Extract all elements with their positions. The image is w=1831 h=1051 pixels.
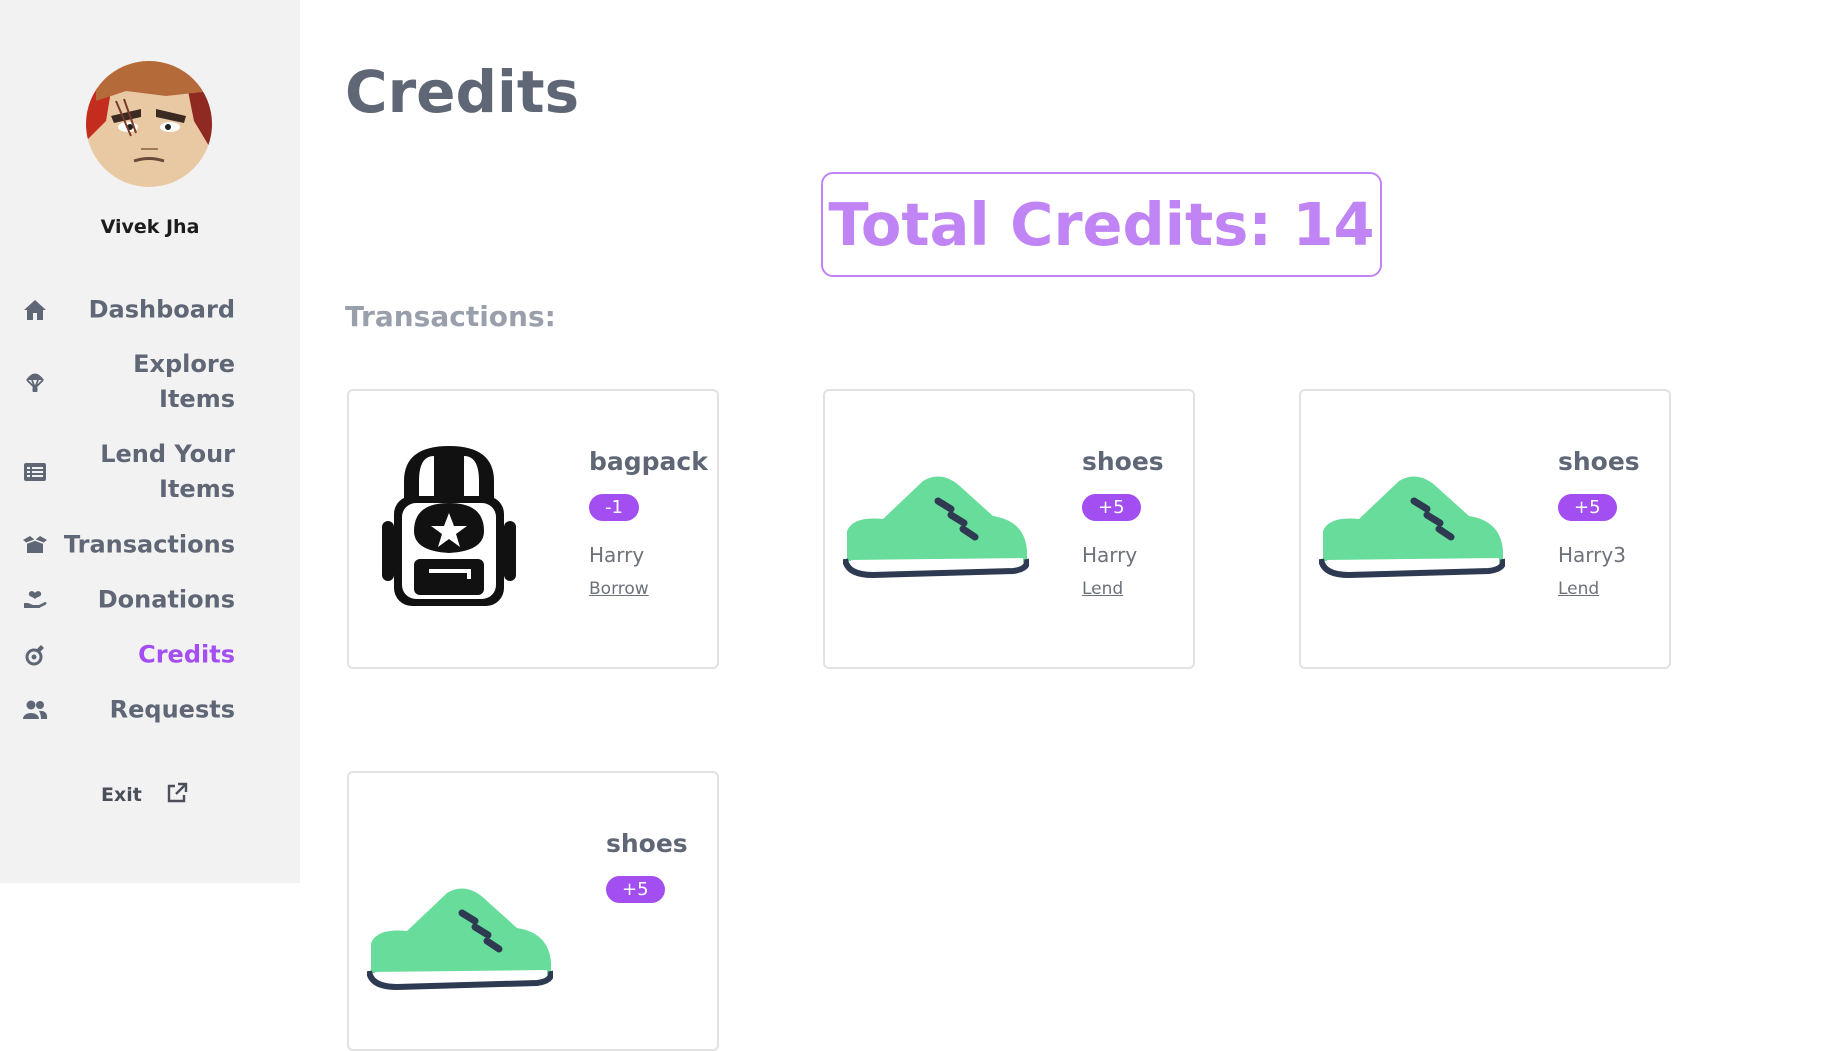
- nav-label: Dashboard: [88, 295, 235, 324]
- nav-item-transactions[interactable]: Transactions: [0, 515, 300, 575]
- nav-item-lend-your-items[interactable]: Lend Your Items: [0, 436, 300, 508]
- list-icon: [22, 461, 48, 483]
- shoe-icon: [841, 441, 1031, 611]
- nav-label: Donations: [97, 585, 235, 614]
- exit-label: Exit: [101, 784, 142, 806]
- credit-badge: +5: [1558, 494, 1617, 521]
- avatar: [86, 61, 212, 187]
- total-credits-box: Total Credits: 14: [821, 172, 1382, 277]
- item-name: shoes: [1558, 447, 1640, 476]
- user-name: Harry3: [1558, 543, 1626, 567]
- transaction-type-link[interactable]: Lend: [1082, 579, 1123, 599]
- coin-icon: [22, 644, 48, 666]
- item-name: shoes: [606, 829, 688, 858]
- users-icon: [22, 699, 48, 721]
- item-name: shoes: [1082, 447, 1164, 476]
- exit-button[interactable]: Exit: [101, 780, 188, 810]
- nav-item-explore-items[interactable]: Explore Items: [0, 346, 300, 418]
- nav-label: Credits: [138, 640, 235, 669]
- transaction-card: shoes +5 Harry Lend: [823, 389, 1195, 669]
- box-open-icon: [22, 534, 48, 556]
- card-info: shoes +5 Harry3 Lend: [1558, 447, 1640, 599]
- credit-badge: +5: [1082, 494, 1141, 521]
- card-info: shoes +5: [606, 829, 688, 903]
- shoe-icon: [365, 853, 555, 1023]
- user-name: Harry: [589, 543, 645, 567]
- transaction-card: shoes +5: [347, 771, 719, 1051]
- nav-item-dashboard[interactable]: Dashboard: [0, 280, 300, 340]
- home-icon: [22, 299, 48, 321]
- nav-label: Explore Items: [133, 350, 235, 413]
- hand-holding-heart-icon: [22, 589, 48, 611]
- transaction-card: bagpack -1 Harry Borrow: [347, 389, 719, 669]
- total-credits-text: Total Credits: 14: [828, 190, 1375, 259]
- item-name: bagpack: [589, 447, 708, 476]
- external-link-icon: [166, 782, 188, 808]
- nav-label: Requests: [109, 695, 235, 724]
- card-info: bagpack -1 Harry Borrow: [589, 447, 708, 599]
- user-name: Harry: [1082, 543, 1138, 567]
- card-info: shoes +5 Harry Lend: [1082, 447, 1164, 599]
- nav-item-donations[interactable]: Donations: [0, 570, 300, 630]
- credit-badge: +5: [606, 876, 665, 903]
- credit-badge: -1: [589, 494, 639, 521]
- sidebar: Vivek Jha Dashboard Explore Items Lend Y…: [0, 0, 300, 883]
- backpack-icon: [369, 441, 529, 611]
- transaction-type-link[interactable]: Lend: [1558, 579, 1599, 599]
- page-title: Credits: [345, 58, 580, 126]
- nav-label: Lend Your Items: [100, 440, 235, 503]
- parachute-icon: [22, 371, 48, 393]
- transaction-type-link[interactable]: Borrow: [589, 579, 649, 599]
- nav-item-credits[interactable]: Credits: [0, 625, 300, 685]
- transactions-heading: Transactions:: [345, 300, 556, 333]
- transaction-card: shoes +5 Harry3 Lend: [1299, 389, 1671, 669]
- profile-name: Vivek Jha: [100, 216, 200, 238]
- nav-label: Transactions: [63, 530, 235, 559]
- shoe-icon: [1317, 441, 1507, 611]
- nav-item-requests[interactable]: Requests: [0, 680, 300, 740]
